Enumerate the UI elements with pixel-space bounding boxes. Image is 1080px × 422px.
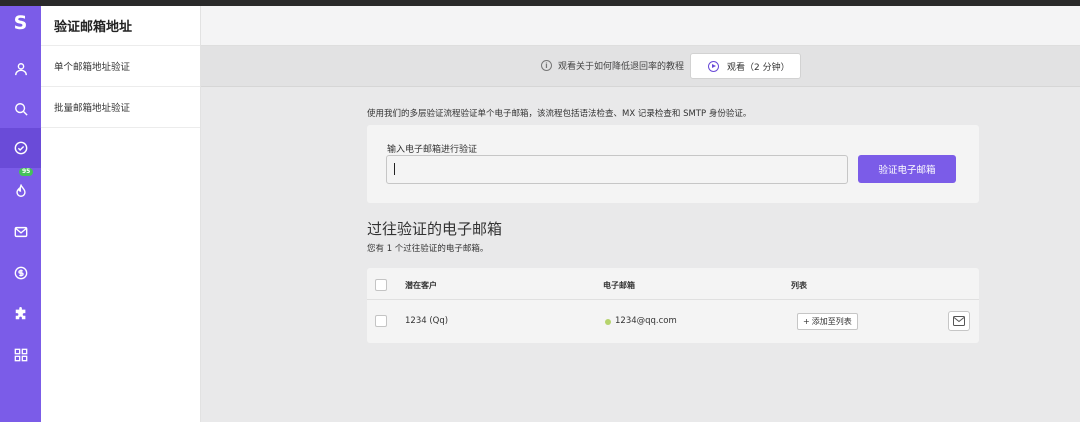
verify-description: 使用我们的多层验证流程验证单个电子邮箱，该流程包括语法检查、MX 记录检查和 S…	[367, 109, 752, 119]
send-email-button[interactable]	[948, 311, 970, 331]
fire-icon[interactable]: 95	[0, 168, 41, 211]
app-logo[interactable]: S	[0, 6, 41, 40]
search-icon[interactable]	[0, 89, 41, 129]
email-input-label: 输入电子邮箱进行验证	[387, 145, 478, 155]
play-icon	[708, 60, 719, 72]
apps-icon[interactable]	[0, 335, 41, 375]
subnav-item-single[interactable]: 单个邮箱地址验证	[41, 46, 200, 87]
mail-icon[interactable]	[0, 212, 41, 252]
subnav-item-bulk[interactable]: 批量邮箱地址验证	[41, 87, 200, 128]
add-to-list-button[interactable]: + 添加至列表	[797, 313, 858, 330]
check-circle-icon[interactable]	[0, 128, 41, 168]
past-verifications-count: 您有 1 个过往验证的电子邮箱。	[367, 244, 489, 254]
column-header-prospect: 潜在客户	[405, 281, 437, 290]
dollar-icon[interactable]	[0, 253, 41, 293]
verify-email-button[interactable]: 验证电子邮箱	[858, 155, 956, 183]
column-header-email: 电子邮箱	[603, 281, 635, 290]
user-icon[interactable]	[0, 49, 41, 89]
tutorial-bar: i 观看关于如何降低退回率的教程 观看（2 分钟）	[201, 46, 1080, 87]
page-header	[201, 6, 1080, 46]
add-to-list-label: 添加至列表	[811, 317, 852, 326]
table-header: 潜在客户 电子邮箱 列表	[367, 268, 979, 300]
info-icon: i	[541, 60, 552, 71]
past-verifications-title: 过往验证的电子邮箱	[367, 220, 503, 238]
email-input[interactable]	[386, 155, 848, 184]
verify-card: 输入电子邮箱进行验证 验证电子邮箱	[367, 125, 979, 203]
watch-tutorial-button[interactable]: 观看（2 分钟）	[690, 53, 801, 79]
fire-badge: 95	[19, 168, 34, 176]
watch-label: 观看（2 分钟）	[727, 62, 790, 73]
row-checkbox[interactable]	[375, 315, 387, 327]
prospect-name[interactable]: 1234 (Qq)	[405, 316, 448, 326]
text-caret	[394, 163, 395, 175]
valid-status-dot	[605, 319, 611, 325]
tutorial-label: 观看关于如何降低退回率的教程	[558, 62, 685, 72]
plus-icon: +	[803, 317, 810, 326]
prospect-email: 1234@qq.com	[615, 316, 677, 326]
mail-icon	[953, 316, 965, 326]
select-all-checkbox[interactable]	[375, 279, 387, 291]
secondary-nav: 验证邮箱地址 单个邮箱地址验证 批量邮箱地址验证	[41, 6, 201, 422]
past-verifications-table: 潜在客户 电子邮箱 列表 1234 (Qq) 1234@qq.com + 添加至…	[367, 268, 979, 343]
puzzle-icon[interactable]	[0, 294, 41, 334]
icon-rail: S 95	[0, 6, 41, 422]
subnav-title: 验证邮箱地址	[41, 6, 200, 46]
tutorial-text: i 观看关于如何降低退回率的教程	[541, 59, 684, 72]
table-row: 1234 (Qq) 1234@qq.com + 添加至列表	[367, 300, 979, 343]
column-header-list: 列表	[791, 281, 807, 290]
